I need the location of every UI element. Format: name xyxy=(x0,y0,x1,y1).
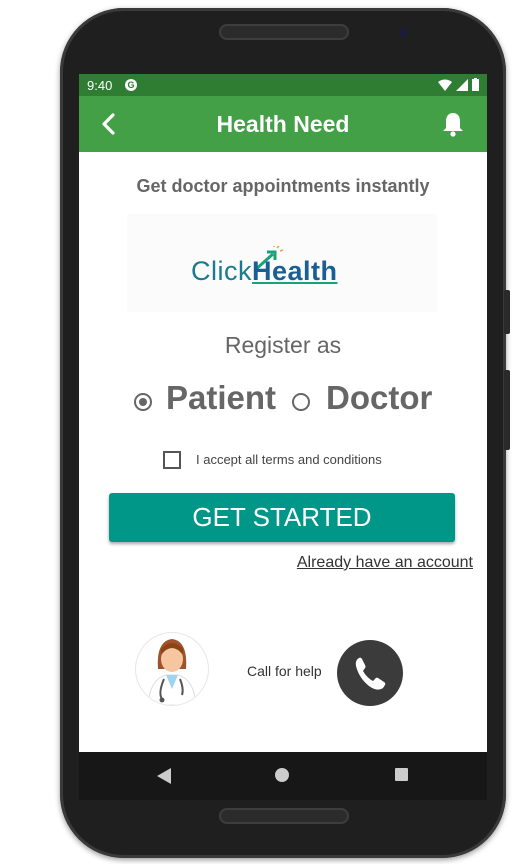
get-started-button[interactable]: GET STARTED xyxy=(109,493,455,542)
wifi-icon xyxy=(438,79,452,91)
status-bar: 9:40 G xyxy=(79,74,487,96)
doctor-avatar xyxy=(136,633,208,705)
front-camera xyxy=(399,28,408,37)
earpiece-speaker xyxy=(219,24,349,40)
terms-label[interactable]: I accept all terms and conditions xyxy=(196,452,382,467)
logo-text-health: Health xyxy=(252,256,338,286)
call-for-help-label: Call for help xyxy=(247,663,322,679)
status-icons xyxy=(438,78,479,91)
logo-text-click: Click xyxy=(191,256,252,286)
app-title: Health Need xyxy=(216,111,350,137)
bottom-speaker xyxy=(219,808,349,824)
nav-home-icon[interactable] xyxy=(275,768,289,782)
logo-text: ClickHealth xyxy=(191,256,338,287)
nav-back-icon[interactable] xyxy=(157,768,171,784)
bell-icon[interactable] xyxy=(441,110,465,138)
battery-icon xyxy=(472,78,479,91)
doctor-avatar-icon xyxy=(147,639,197,705)
power-button xyxy=(504,370,510,450)
notification-app-icon: G xyxy=(125,79,137,91)
tagline: Get doctor appointments instantly xyxy=(136,176,430,196)
doctor-radio[interactable] xyxy=(292,393,310,411)
call-button[interactable] xyxy=(337,640,403,706)
patient-radio[interactable] xyxy=(134,393,152,411)
phone-icon xyxy=(355,657,386,690)
signal-icon xyxy=(456,78,468,91)
nav-recents-icon[interactable] xyxy=(395,768,408,781)
status-time: 9:40 xyxy=(87,78,113,93)
android-nav-bar xyxy=(79,752,487,800)
volume-button xyxy=(504,290,510,334)
app-screen: 9:40 G Health Need Get doctor appointmen… xyxy=(79,74,487,752)
app-bar: Health Need xyxy=(79,96,487,152)
doctor-label[interactable]: Doctor xyxy=(326,379,432,417)
clickhealth-logo: ClickHealth xyxy=(127,214,437,312)
patient-label[interactable]: Patient xyxy=(166,379,276,417)
terms-checkbox[interactable] xyxy=(163,451,181,469)
role-radio-group: Patient Doctor xyxy=(79,379,487,423)
register-heading: Register as xyxy=(224,332,342,358)
already-have-account-link[interactable]: Already have an account xyxy=(297,554,473,572)
